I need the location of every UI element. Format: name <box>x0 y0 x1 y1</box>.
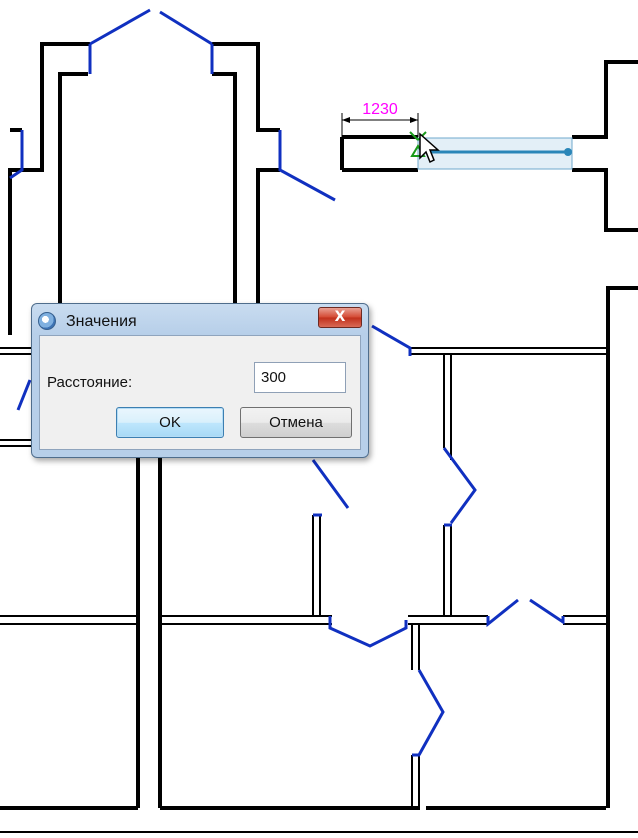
ok-button[interactable]: OK <box>116 407 224 438</box>
cancel-button[interactable]: Отмена <box>240 407 352 438</box>
tower-outline-inner <box>58 72 237 335</box>
tower-outline-outer <box>8 42 280 335</box>
distance-label: Расстояние: <box>47 374 133 391</box>
values-dialog: Значения X Расстояние: OK Отмена <box>31 303 369 458</box>
app-icon <box>38 312 56 330</box>
stair-shaft <box>136 458 162 808</box>
endpoint-grip <box>564 148 572 156</box>
right-outer-wall <box>606 286 638 808</box>
selected-wall-segment[interactable] <box>417 137 573 170</box>
dialog-titlebar[interactable]: Значения X <box>32 304 368 334</box>
close-button[interactable]: X <box>318 307 362 328</box>
dialog-body: Расстояние: OK Отмена <box>39 335 361 450</box>
dialog-title: Значения <box>66 313 137 330</box>
tower-outline-left-side <box>10 128 22 172</box>
dimension-line: 1230 <box>341 101 419 137</box>
distance-input[interactable] <box>254 362 346 393</box>
dimension-label: 1230 <box>362 101 398 118</box>
